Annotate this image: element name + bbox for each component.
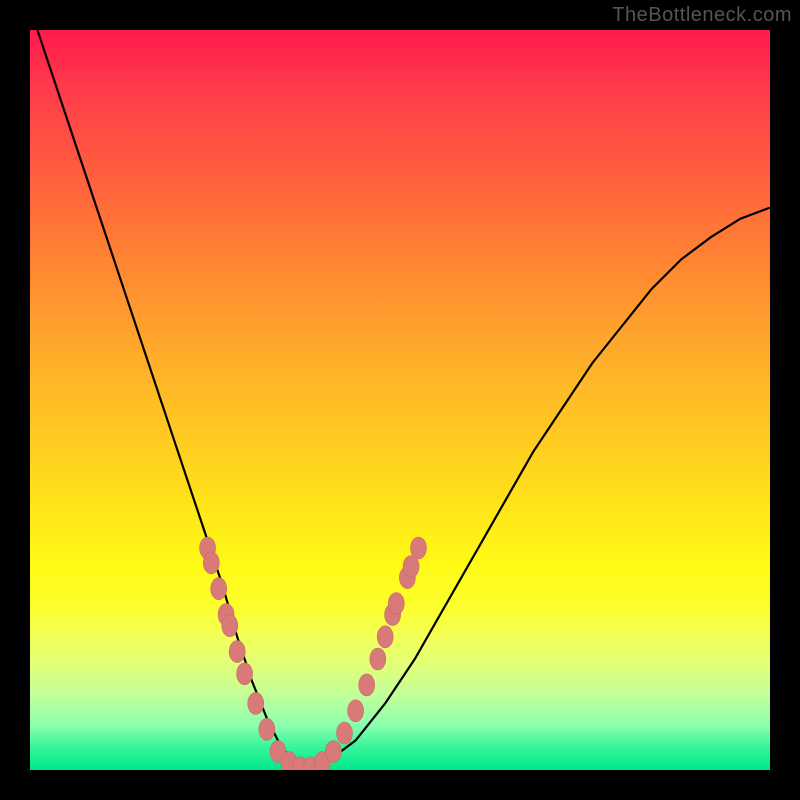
highlight-point (222, 615, 238, 637)
highlight-point (325, 741, 341, 763)
highlight-point (388, 593, 404, 615)
highlight-point (203, 552, 219, 574)
highlight-point (337, 722, 353, 744)
highlight-point (237, 663, 253, 685)
highlight-point (248, 692, 264, 714)
chart-frame: TheBottleneck.com (0, 0, 800, 800)
highlight-points (200, 537, 427, 770)
highlight-point (411, 537, 427, 559)
highlight-point (259, 718, 275, 740)
highlight-point (229, 641, 245, 663)
highlight-point (348, 700, 364, 722)
highlight-point (211, 578, 227, 600)
highlight-point (377, 626, 393, 648)
chart-svg (30, 30, 770, 770)
highlight-point (359, 674, 375, 696)
highlight-point (370, 648, 386, 670)
watermark-text: TheBottleneck.com (612, 4, 792, 27)
bottleneck-curve (37, 30, 770, 770)
chart-plot-area (30, 30, 770, 770)
